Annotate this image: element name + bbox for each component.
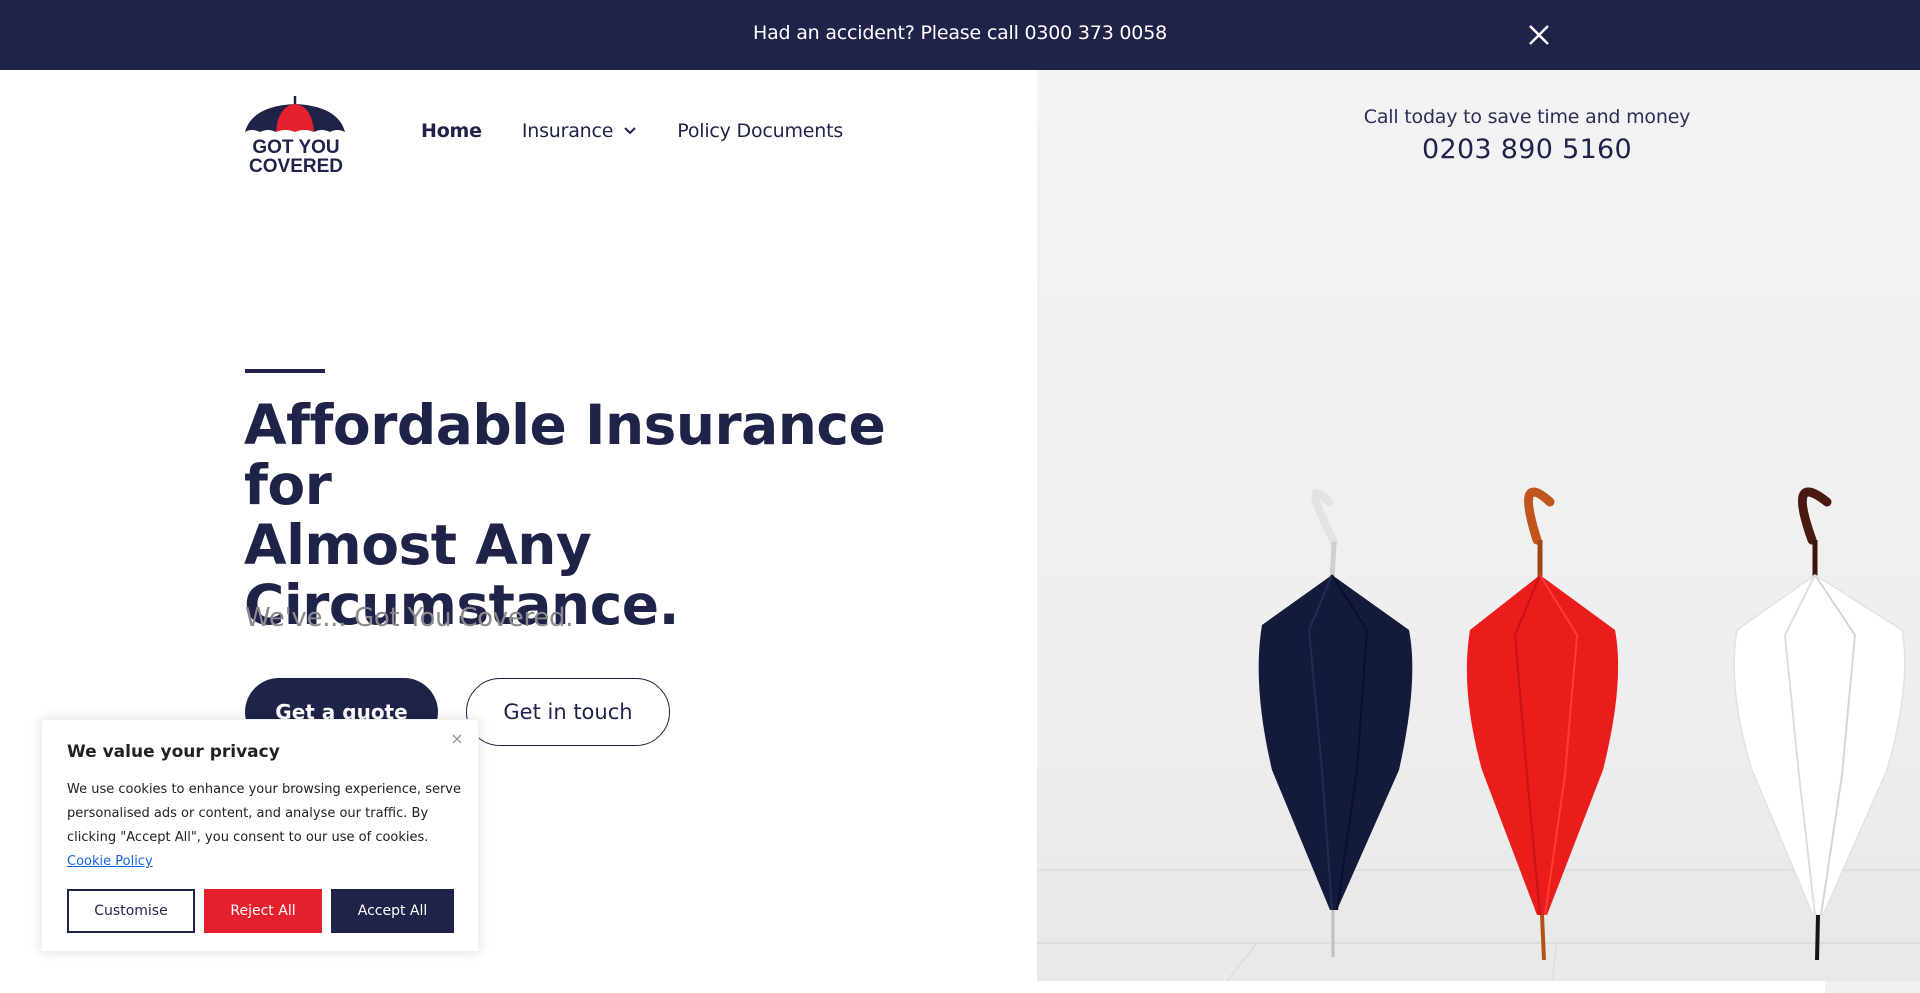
accent-line <box>245 369 325 373</box>
hero-subtitle: We've... Got You Covered. <box>245 603 574 633</box>
nav-item-home[interactable]: Home <box>421 120 482 142</box>
hero-image-umbrellas <box>1037 70 1920 981</box>
cookie-body: We use cookies to enhance your browsing … <box>67 778 467 874</box>
close-icon[interactable] <box>450 732 464 746</box>
reject-all-button[interactable]: Reject All <box>204 889 322 933</box>
get-in-touch-button[interactable]: Get in touch <box>466 678 670 746</box>
hero-image-edge <box>1825 981 1920 993</box>
main-nav: Home Insurance Policy Documents <box>421 120 883 142</box>
cookie-title: We value your privacy <box>67 742 280 762</box>
hero-title: Affordable Insurance for Almost Any Circ… <box>244 395 944 635</box>
announcement-text: Had an accident? Please call 0300 373 00… <box>753 22 1167 44</box>
hero-title-line: Almost Any <box>244 513 592 577</box>
accept-all-button[interactable]: Accept All <box>331 889 454 933</box>
chevron-down-icon <box>624 127 636 135</box>
close-icon[interactable] <box>1526 22 1552 48</box>
cookie-consent-panel: We value your privacy We use cookies to … <box>41 719 479 952</box>
cookie-policy-link[interactable]: Cookie Policy <box>67 854 153 869</box>
nav-item-label: Insurance <box>521 120 614 142</box>
call-number[interactable]: 0203 890 5160 <box>1300 134 1754 165</box>
cookie-body-text: We use cookies to enhance your browsing … <box>67 782 461 845</box>
umbrellas-illustration <box>1037 487 1920 981</box>
call-block: Call today to save time and money 0203 8… <box>1300 106 1754 165</box>
nav-item-insurance[interactable]: Insurance <box>522 120 637 142</box>
customise-button[interactable]: Customise <box>67 889 195 933</box>
nav-item-label: Policy Documents <box>677 120 844 142</box>
hero-title-line: Affordable Insurance for <box>244 393 886 517</box>
logo-line-1: GOT YOU <box>252 137 339 158</box>
nav-item-policy-documents[interactable]: Policy Documents <box>677 120 843 142</box>
logo-line-2: COVERED <box>249 156 343 176</box>
call-label: Call today to save time and money <box>1363 106 1691 128</box>
cookie-buttons: Customise Reject All Accept All <box>67 889 454 933</box>
got-you-covered-logo[interactable]: GOT YOU COVERED <box>244 96 348 176</box>
announcement-bar: Had an accident? Please call 0300 373 00… <box>0 0 1920 70</box>
nav-item-label: Home <box>421 120 482 142</box>
